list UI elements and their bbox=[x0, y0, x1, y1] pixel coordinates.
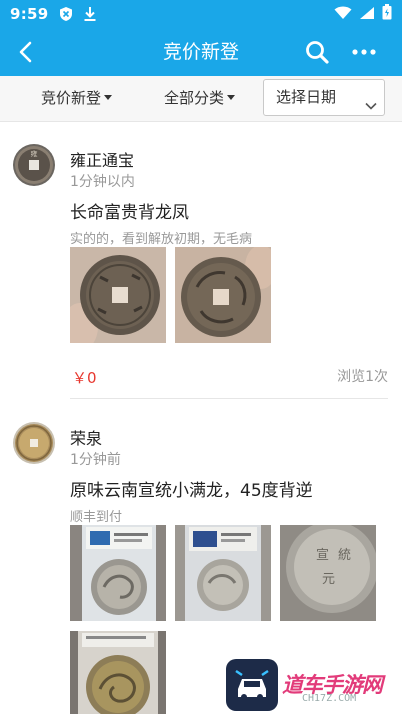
more-options-icon[interactable] bbox=[350, 38, 378, 66]
caret-down-icon bbox=[227, 95, 236, 100]
post-image[interactable] bbox=[70, 525, 166, 621]
signal-icon bbox=[359, 5, 375, 24]
date-select-label: 选择日期 bbox=[276, 88, 337, 106]
status-time: 9:59 bbox=[10, 5, 49, 23]
post-item[interactable]: 雍 雍正通宝 1分钟以内 长命富贵背龙凤 实的的，看到解放初期，无毛病 ￥0 浏… bbox=[0, 122, 402, 400]
page-title: 竞价新登 bbox=[162, 41, 239, 63]
svg-text:雍: 雍 bbox=[31, 149, 38, 158]
svg-text:宣: 宣 bbox=[316, 547, 329, 563]
filter-bidding-dropdown[interactable]: 竞价新登 bbox=[41, 76, 113, 122]
filter-bar: 竞价新登 全部分类 选择日期 bbox=[0, 76, 402, 122]
battery-icon bbox=[382, 4, 392, 24]
search-icon[interactable] bbox=[303, 38, 331, 66]
post-username[interactable]: 荣泉 bbox=[70, 425, 102, 449]
post-image[interactable] bbox=[175, 525, 271, 621]
avatar[interactable]: 雍 bbox=[13, 144, 55, 186]
svg-text:元: 元 bbox=[322, 572, 335, 587]
post-username[interactable]: 雍正通宝 bbox=[70, 147, 134, 171]
shield-icon bbox=[59, 6, 73, 22]
post-image[interactable] bbox=[70, 631, 166, 714]
post-time: 1分钟前 bbox=[70, 452, 121, 468]
divider bbox=[70, 398, 388, 399]
app-bar: 竞价新登 bbox=[0, 28, 402, 76]
chevron-down-icon bbox=[364, 91, 378, 126]
post-image[interactable] bbox=[175, 247, 271, 343]
watermark-subtext: CH17Z.COM bbox=[302, 693, 357, 704]
svg-text:統: 統 bbox=[338, 548, 351, 563]
wifi-icon bbox=[334, 5, 352, 24]
status-bar: 9:59 bbox=[0, 0, 402, 28]
filter-category-label: 全部分类 bbox=[164, 89, 225, 107]
post-description: 顺丰到付 bbox=[70, 510, 123, 525]
avatar[interactable] bbox=[13, 422, 55, 464]
post-views: 浏览1次 bbox=[337, 369, 388, 385]
post-title[interactable]: 原味云南宣统小满龙，45度背逆 bbox=[70, 476, 313, 501]
filter-bidding-label: 竞价新登 bbox=[41, 89, 102, 107]
post-title[interactable]: 长命富贵背龙凤 bbox=[70, 198, 189, 223]
post-image[interactable] bbox=[70, 247, 166, 343]
post-price: ￥0 bbox=[72, 369, 97, 387]
caret-down-icon bbox=[104, 95, 113, 100]
post-description: 实的的，看到解放初期，无毛病 bbox=[70, 232, 253, 247]
date-select[interactable]: 选择日期 bbox=[263, 79, 385, 116]
post-image[interactable]: 宣統元 bbox=[280, 525, 376, 621]
download-icon bbox=[83, 6, 97, 22]
watermark-logo: 道车手游网 CH17Z.COM bbox=[226, 657, 402, 714]
filter-category-dropdown[interactable]: 全部分类 bbox=[164, 76, 236, 122]
post-time: 1分钟以内 bbox=[70, 174, 135, 190]
car-icon bbox=[226, 659, 278, 711]
